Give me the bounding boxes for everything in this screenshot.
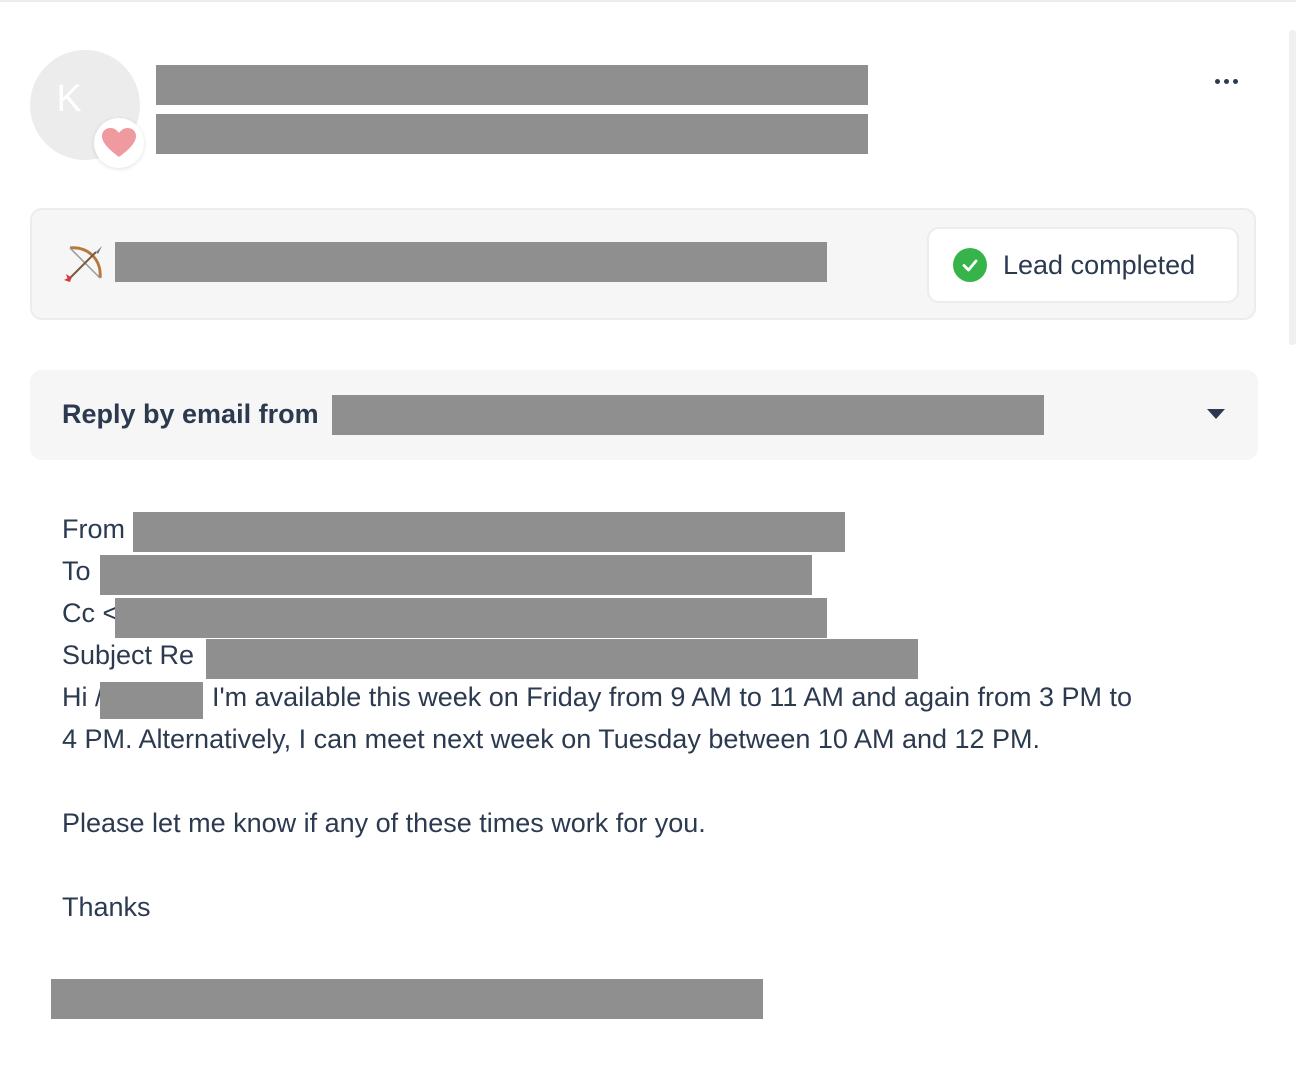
caret-down-icon[interactable] (1207, 409, 1225, 419)
email-to-redacted (100, 555, 812, 595)
email-from-label: From (62, 514, 125, 544)
more-horizontal-icon (1214, 78, 1220, 84)
lead-title-redacted (115, 242, 827, 282)
scrollbar[interactable] (1289, 30, 1296, 345)
reply-label: Reply by email from (62, 399, 319, 429)
email-cc-label: Cc < (62, 598, 119, 628)
email-signature-redacted (51, 979, 763, 1019)
check-circle-icon (953, 248, 987, 282)
email-greeting: Hi / (62, 682, 103, 712)
contact-name-redacted (156, 65, 868, 105)
contact-subtitle-redacted (156, 114, 868, 154)
lead-status-label: Lead completed (1003, 249, 1196, 280)
email-body-line-3: Please let me know if any of these times… (62, 808, 706, 838)
heart-icon (94, 118, 144, 168)
email-to-label: To (62, 556, 91, 586)
email-subject-redacted (206, 639, 918, 679)
bow-and-arrow-icon (62, 242, 106, 286)
reply-sender-redacted (332, 395, 1044, 435)
email-from-redacted (133, 512, 845, 552)
email-body-line-1: I'm available this week on Friday from 9… (212, 682, 1133, 712)
email-subject-label: Subject Re (62, 640, 195, 670)
email-body-line-2: 4 PM. Alternatively, I can meet next wee… (62, 724, 1041, 754)
lead-status-badge: Lead completed (927, 227, 1239, 303)
top-divider (0, 0, 1296, 2)
more-options-button[interactable] (1206, 66, 1246, 96)
avatar-initial: K (56, 77, 82, 120)
email-cc-redacted (115, 598, 827, 638)
email-closing: Thanks (62, 892, 151, 922)
email-recipient-name-redacted (100, 682, 203, 719)
